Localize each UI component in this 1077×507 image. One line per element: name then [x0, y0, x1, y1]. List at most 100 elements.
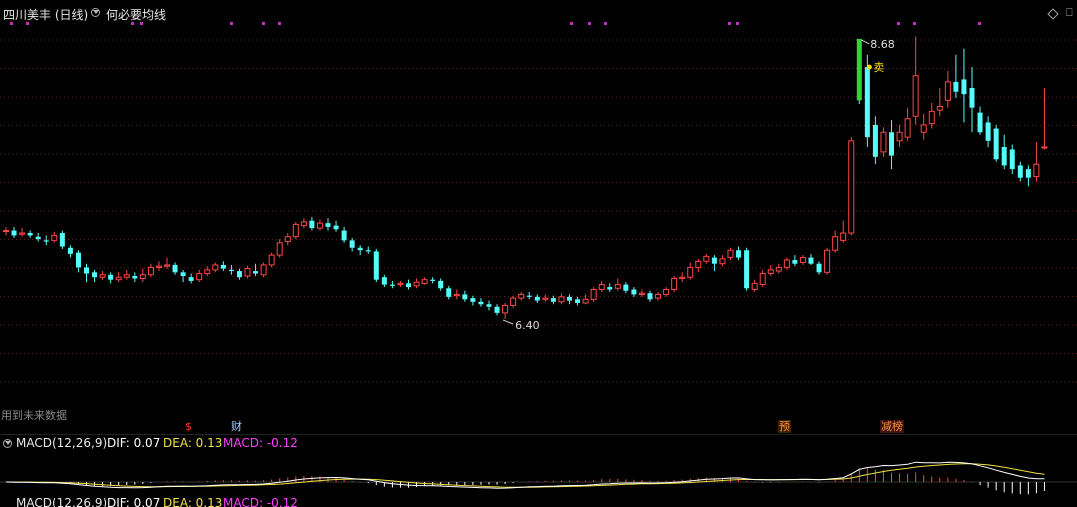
candle-body [123, 274, 130, 278]
candle-body [51, 234, 58, 241]
candle-body [276, 242, 283, 256]
candle-body [598, 284, 605, 291]
candle-body [406, 283, 411, 288]
candle-body [35, 236, 41, 240]
candle-body [59, 233, 65, 247]
candle-body [268, 254, 275, 266]
signal-dot [570, 22, 573, 25]
candle-body [792, 260, 798, 264]
candle-body [614, 284, 621, 289]
candle-body [518, 293, 525, 299]
candle-body [510, 297, 517, 306]
candle-body [196, 273, 203, 281]
signal-dot [10, 22, 13, 25]
candle-body [188, 277, 194, 281]
signal-dot [897, 22, 900, 25]
candle-body [848, 140, 855, 234]
candle-body [92, 272, 98, 278]
candle-body [896, 131, 903, 142]
candle-body [928, 110, 935, 125]
candle-body [108, 274, 114, 280]
candle-body [671, 277, 678, 291]
candle-body [719, 258, 726, 265]
candle-body [316, 222, 323, 229]
event-marker-dollar[interactable]: $ [184, 420, 193, 433]
candle-body [912, 75, 919, 117]
candle-body [856, 38, 862, 101]
candle-body [244, 268, 251, 277]
candle-body [1009, 149, 1015, 170]
low-pointer [502, 319, 514, 325]
candle-body [67, 247, 73, 254]
candle-body [711, 257, 717, 264]
candle-body [872, 124, 878, 157]
candle-body [220, 264, 226, 269]
candle-body [864, 67, 870, 138]
candle-body [430, 279, 436, 281]
candle-body [155, 265, 162, 268]
macd-name[interactable]: MACD(12,26,9) [16, 436, 107, 450]
candle-body [623, 284, 629, 291]
signal-dot [588, 22, 591, 25]
signal-dot [913, 22, 916, 25]
candle-body [744, 250, 750, 289]
candle-body [1025, 169, 1031, 178]
candle-body [389, 284, 395, 286]
signal-dot [278, 22, 281, 25]
candle-body [631, 289, 637, 295]
candle-body [582, 298, 589, 304]
signal-dot [131, 22, 134, 25]
candle-body [453, 293, 460, 297]
event-marker-finance[interactable]: 财 [230, 420, 243, 433]
candle-body [11, 230, 17, 236]
candle-body [341, 230, 347, 241]
candle-body [1041, 146, 1048, 149]
candle-body [944, 81, 951, 101]
candle-body [260, 264, 267, 276]
low-price-label: 6.40 [515, 319, 540, 332]
candle-body [147, 266, 154, 276]
candle-body [1001, 147, 1007, 166]
candle-body [808, 257, 814, 264]
candle-body [253, 271, 259, 274]
candle-body [542, 297, 549, 300]
candle-body [977, 112, 983, 133]
candle-body [228, 269, 234, 272]
candle-body [816, 263, 822, 273]
candle-body [325, 223, 331, 227]
candle-body [438, 280, 444, 289]
candle-body [1033, 163, 1040, 177]
candle-body [679, 276, 686, 279]
candle-body [575, 299, 581, 304]
candle-body [43, 240, 49, 242]
candle-body [607, 287, 613, 290]
candle-body [840, 232, 847, 241]
signal-dot [230, 22, 233, 25]
candle-body [703, 255, 710, 262]
signal-dot [262, 22, 265, 25]
candle-body [687, 266, 694, 278]
candle-body [936, 105, 943, 111]
candle-body [880, 131, 887, 153]
candle-body [985, 122, 991, 141]
macd-chart[interactable] [0, 452, 1077, 498]
macd-dropdown-icon[interactable] [3, 439, 12, 448]
candle-body [309, 220, 315, 229]
macd-value: MACD: -0.12 [223, 436, 298, 450]
candle-body [462, 294, 468, 300]
candle-body [365, 250, 371, 252]
candle-body [373, 251, 379, 280]
event-marker-forecast[interactable]: 预 [778, 420, 791, 433]
candle-body [494, 306, 500, 313]
candle-body [695, 260, 702, 268]
candlestick-chart[interactable]: 8.68 6.40 卖 [0, 0, 1077, 430]
candle-body [180, 272, 186, 276]
candle-body [3, 230, 9, 233]
candle-body [526, 295, 532, 297]
candle-body [993, 128, 999, 160]
candle-body [832, 236, 839, 251]
event-marker-ranking[interactable]: 减榜 [880, 420, 904, 433]
high-price-label: 8.68 [870, 38, 895, 51]
candle-body [172, 264, 178, 273]
candle-body [19, 232, 26, 235]
